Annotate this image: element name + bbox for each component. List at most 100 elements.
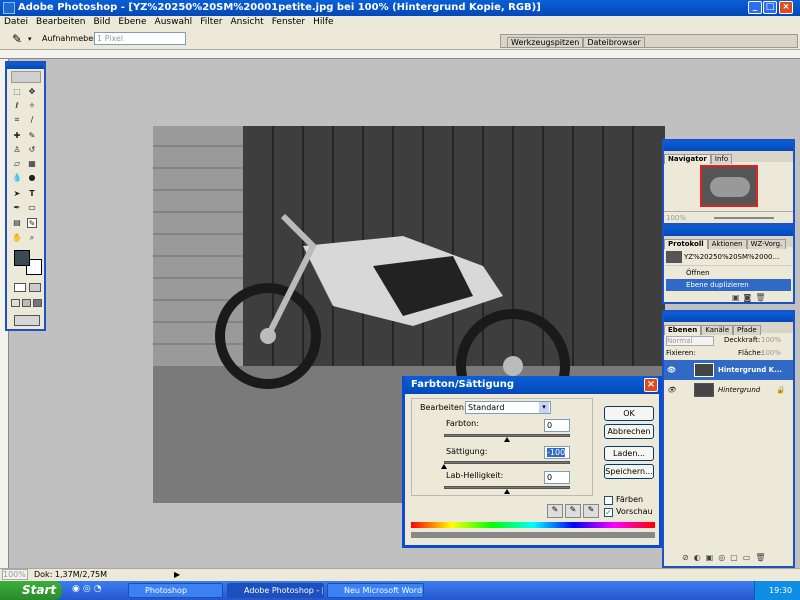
marquee-tool-icon[interactable]: ⬚ (12, 87, 22, 97)
navigator-zoom[interactable]: 100% (664, 214, 686, 222)
history-snapshot[interactable]: YZ%20250%20SM%2000... (666, 249, 791, 266)
saturation-slider-thumb[interactable] (441, 464, 447, 469)
history-brush-tool-icon[interactable]: ↺ (27, 145, 37, 155)
clone-stamp-tool-icon[interactable]: ♙ (12, 145, 22, 155)
tab-info[interactable]: Info (710, 154, 733, 164)
eye-icon[interactable]: 👁 (667, 360, 676, 380)
chevron-down-icon: ▾ (539, 402, 549, 413)
hue-slider-thumb[interactable] (504, 437, 510, 442)
hue-label: Farbton: (446, 419, 479, 428)
foreground-color-swatch[interactable] (14, 250, 30, 266)
palette-well: Werkzeugspitzen Dateibrowser (500, 34, 798, 48)
navigator-zoom-slider[interactable] (714, 217, 774, 219)
eyedropper-minus-icon[interactable]: ✎ (583, 504, 599, 518)
layer-row-background[interactable]: 👁 Hintergrund 🔒 (664, 380, 793, 400)
menu-auswahl[interactable]: Auswahl (151, 16, 197, 28)
layers-panel: Ebenen Kanäle Pfade Normal Deckkraft: 100%… (662, 310, 795, 568)
save-button[interactable]: Speichern... (604, 464, 654, 479)
colorize-checkbox[interactable] (604, 496, 613, 505)
menu-ebene[interactable]: Ebene (114, 16, 150, 28)
magic-wand-tool-icon[interactable]: ✧ (27, 101, 37, 111)
lasso-tool-icon[interactable]: ℓ (12, 101, 22, 111)
menu-bild[interactable]: Bild (89, 16, 114, 28)
menu-filter[interactable]: Filter (196, 16, 226, 28)
task-adobe-photoshop[interactable]: Adobe Photoshop - [... (227, 583, 324, 598)
brush-tool-icon[interactable]: ✎ (27, 131, 37, 141)
history-titlebar (664, 226, 793, 236)
tab-layers[interactable]: Ebenen (664, 325, 702, 335)
layer-row-background-copy[interactable]: 👁 Hintergrund K... (664, 360, 793, 380)
saturation-slider[interactable] (444, 461, 570, 464)
eyedropper-tool-icon[interactable]: ✎ (27, 218, 37, 228)
eyedropper-icon[interactable]: ✎ (12, 32, 22, 46)
tab-channels[interactable]: Kanäle (701, 325, 733, 335)
hue-saturation-dialog: Farbton/Sättigung × Bearbeiten: Standard… (402, 376, 662, 548)
navigator-preview[interactable] (700, 165, 758, 207)
standard-mode-icon[interactable] (14, 283, 26, 292)
tab-history[interactable]: Protokoll (664, 239, 708, 249)
tab-brushes[interactable]: Werkzeugspitzen (507, 37, 584, 47)
notes-tool-icon[interactable]: ▤ (12, 218, 22, 228)
tab-file-browser[interactable]: Dateibrowser (583, 37, 645, 47)
gradient-tool-icon[interactable]: ▦ (27, 159, 37, 169)
blur-tool-icon[interactable]: 💧 (12, 173, 22, 183)
status-arrow-icon[interactable]: ▶ (174, 569, 180, 581)
hue-input[interactable]: 0 (544, 419, 570, 432)
opacity-value[interactable]: 100% (761, 336, 781, 344)
eraser-tool-icon[interactable]: ▱ (12, 159, 22, 169)
imageready-jump-icon[interactable] (14, 315, 40, 326)
sample-size-select[interactable]: 1 Pixel (94, 32, 186, 45)
menu-bearbeiten[interactable]: Bearbeiten (32, 16, 89, 28)
fill-value[interactable]: 100% (761, 349, 781, 357)
task-photoshop-folder[interactable]: Photoshop (128, 583, 223, 598)
start-label: Start (22, 583, 57, 597)
lightness-slider-thumb[interactable] (504, 489, 510, 494)
screen-mode-standard-icon[interactable] (11, 299, 20, 307)
maximize-button[interactable]: □ (763, 1, 777, 14)
screen-mode-full-icon[interactable] (33, 299, 42, 307)
minimize-button[interactable]: _ (748, 1, 762, 14)
crop-tool-icon[interactable]: ⌗ (12, 115, 22, 125)
task-word[interactable]: Neu Microsoft Word-... (327, 583, 424, 598)
tab-tool-presets[interactable]: WZ-Vorg. (746, 239, 787, 249)
quickmask-mode-icon[interactable] (29, 283, 41, 292)
move-tool-icon[interactable]: ✥ (27, 87, 37, 97)
slice-tool-icon[interactable]: ∕ (27, 115, 37, 125)
history-item-duplicate-layer[interactable]: Ebene duplizieren (666, 279, 791, 291)
chevron-down-icon[interactable]: ▾ (28, 35, 32, 43)
load-button[interactable]: Laden... (604, 446, 654, 461)
tab-paths[interactable]: Pfade (733, 325, 761, 335)
cancel-button[interactable]: Abbrechen (604, 424, 654, 439)
close-button[interactable]: × (779, 1, 793, 14)
status-zoom[interactable]: 100% (2, 569, 28, 580)
preview-checkbox[interactable]: ✓ (604, 508, 613, 517)
navigator-panel: Navigator Info 100% (662, 139, 795, 225)
eyedropper-icon[interactable]: ✎ (547, 504, 563, 518)
tab-navigator[interactable]: Navigator (664, 154, 711, 164)
menu-fenster[interactable]: Fenster (268, 16, 309, 28)
menu-ansicht[interactable]: Ansicht (226, 16, 267, 28)
pen-tool-icon[interactable]: ✒ (12, 203, 22, 213)
menu-hilfe[interactable]: Hilfe (309, 16, 337, 28)
blend-mode-select[interactable]: Normal (666, 336, 714, 346)
eye-icon[interactable]: 👁 (667, 380, 676, 400)
dialog-close-icon[interactable]: × (644, 378, 658, 392)
saturation-input[interactable]: -100 (544, 446, 570, 459)
healing-brush-tool-icon[interactable]: ✚ (12, 131, 22, 141)
lightness-input[interactable]: 0 (544, 471, 570, 484)
path-selection-tool-icon[interactable]: ➤ (12, 189, 22, 199)
start-button[interactable]: Start (0, 581, 62, 600)
dodge-tool-icon[interactable]: ● (27, 173, 37, 183)
menu-datei[interactable]: Datei (0, 16, 32, 28)
ok-button[interactable]: OK (604, 406, 654, 421)
type-tool-icon[interactable]: T (27, 189, 37, 199)
eyedropper-plus-icon[interactable]: ✎ (565, 504, 581, 518)
edit-select[interactable]: Standard ▾ (465, 401, 551, 414)
shape-tool-icon[interactable]: ▭ (27, 203, 37, 213)
hand-tool-icon[interactable]: ✋ (12, 233, 22, 243)
history-item-open[interactable]: Öffnen (682, 268, 791, 279)
tab-actions[interactable]: Aktionen (707, 239, 747, 249)
feather-logo-icon[interactable] (11, 71, 41, 83)
zoom-tool-icon[interactable]: ⌕ (27, 233, 37, 243)
screen-mode-full-menu-icon[interactable] (22, 299, 31, 307)
